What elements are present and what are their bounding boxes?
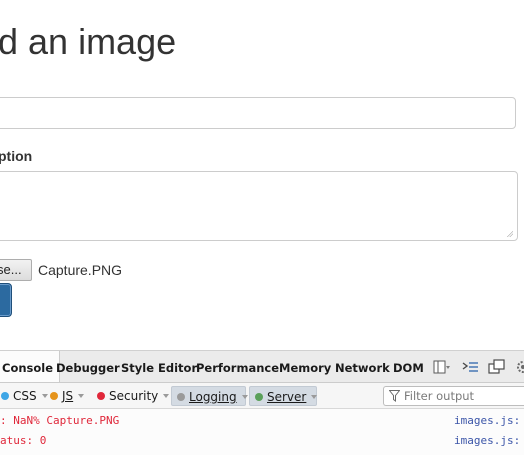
filter-js-button[interactable]: JS [45,386,91,406]
tab-performance[interactable]: Performance [196,351,279,382]
filter-logging-button[interactable]: Logging [171,386,248,406]
chevron-down-icon [311,395,318,399]
log-source-link[interactable]: images.js: [454,411,520,431]
chevron-down-icon [241,395,248,399]
split-console-icon[interactable] [433,359,451,375]
tab-style-editor[interactable]: Style Editor [121,351,197,382]
console-log-line: : NaN% Capture.PNG images.js: [0,411,524,431]
devtools-panel: Console Debugger Style Editor Performanc… [0,350,524,455]
security-dot-icon [97,392,105,400]
selected-file-name: Capture.PNG [38,262,123,278]
chevron-down-icon [163,394,170,398]
title-input[interactable] [0,97,516,129]
resize-grip[interactable] [505,229,513,237]
chevron-down-icon [78,394,85,398]
logging-dot-icon [177,393,185,401]
filter-output-field[interactable] [383,386,524,406]
submit-button[interactable] [0,283,12,317]
server-dot-icon [255,393,263,401]
tab-memory[interactable]: Memory [279,351,331,382]
log-message: : NaN% Capture.PNG [0,414,120,427]
log-source-link[interactable]: images.js: [454,431,520,451]
filter-css-button[interactable]: CSS [0,386,48,406]
console-filter-bar: CSS JS Security Logging Server [0,383,524,409]
console-log-line: atus: 0 images.js: [0,431,524,451]
undock-icon[interactable] [488,359,506,375]
filter-security-button[interactable]: Security [92,386,170,406]
caption-textarea[interactable] [0,171,518,241]
browse-button[interactable]: se... [0,259,32,281]
caption-label: ption [0,148,33,164]
page-title: d an image [0,21,177,62]
settings-icon[interactable] [514,359,524,375]
js-dot-icon [50,392,58,400]
tab-debugger[interactable]: Debugger [56,351,120,382]
devtools-tab-bar: Console Debugger Style Editor Performanc… [0,351,524,383]
command-line-icon[interactable] [461,359,479,375]
tab-network[interactable]: Network [335,351,390,382]
tab-console[interactable]: Console [0,351,61,382]
filter-server-button[interactable]: Server [249,386,318,406]
css-dot-icon [1,392,9,400]
tab-dom[interactable]: DOM [393,351,424,382]
funnel-icon [389,390,400,402]
filter-output-input[interactable] [404,388,522,404]
log-message: atus: 0 [0,434,47,447]
